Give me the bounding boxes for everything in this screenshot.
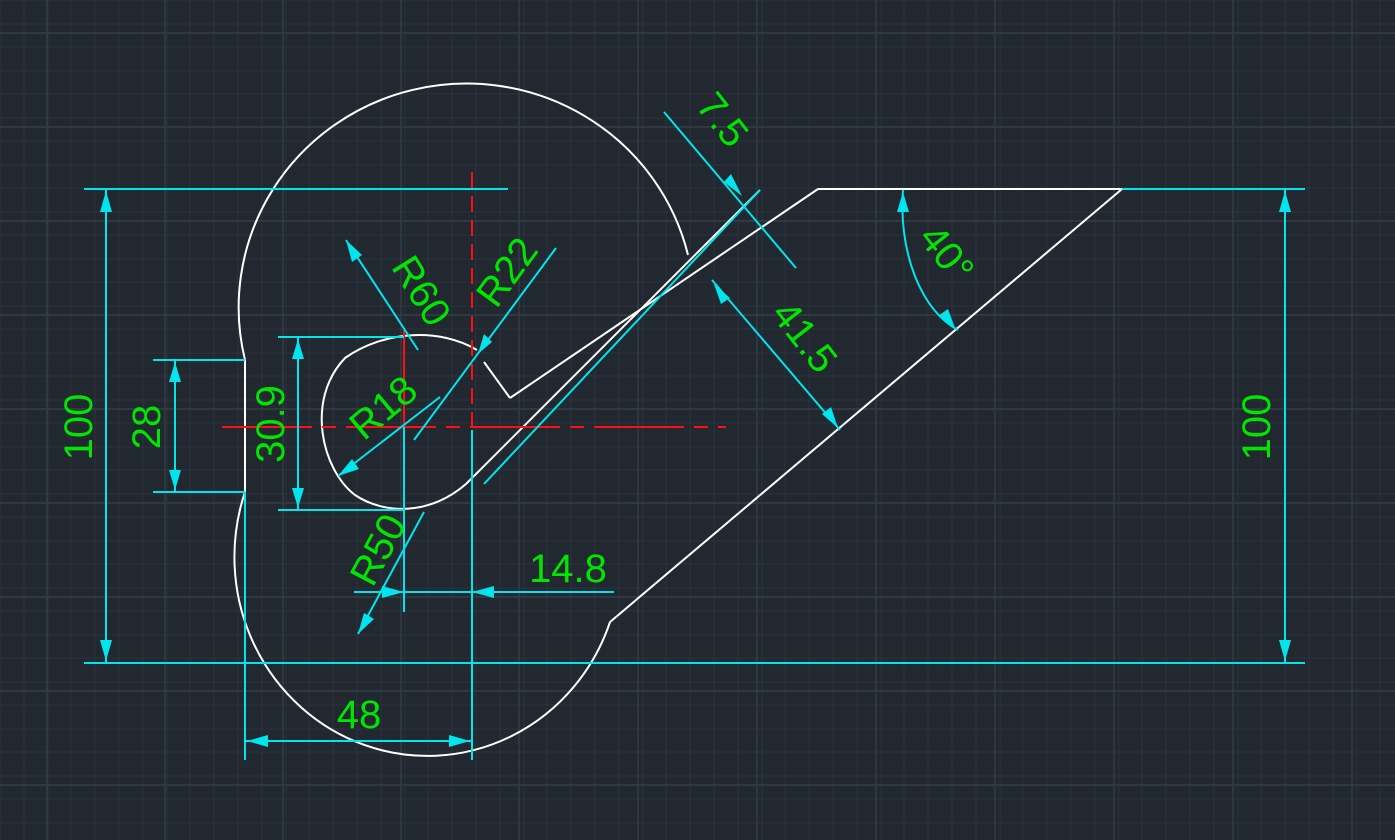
dim-flat-height: 28 xyxy=(125,405,169,450)
dim-overall-height-right: 100 xyxy=(1235,394,1279,461)
dimension-texts: 100 100 28 30.9 48 14.8 7.5 41.5 40° R60… xyxy=(57,85,1279,737)
dim-overall-height-left: 100 xyxy=(57,394,101,461)
dim-radius-slot: R22 xyxy=(468,230,547,315)
outer-profile-lower xyxy=(233,491,611,757)
slot-end xyxy=(483,361,511,399)
dim-offset: 14.8 xyxy=(529,547,607,591)
dim-radius-large: R60 xyxy=(383,248,459,334)
dim-angle: 40° xyxy=(910,217,982,292)
cad-drawing-canvas[interactable]: 100 100 28 30.9 48 14.8 7.5 41.5 40° R60… xyxy=(0,0,1395,840)
dim-base-width: 48 xyxy=(337,693,382,737)
dim-inner-height: 30.9 xyxy=(249,385,293,463)
drawing-grid xyxy=(0,0,1395,840)
outer-profile xyxy=(237,82,689,361)
dim-slot-width: 7.5 xyxy=(688,85,757,156)
dim-radius-inner: R18 xyxy=(341,368,426,449)
